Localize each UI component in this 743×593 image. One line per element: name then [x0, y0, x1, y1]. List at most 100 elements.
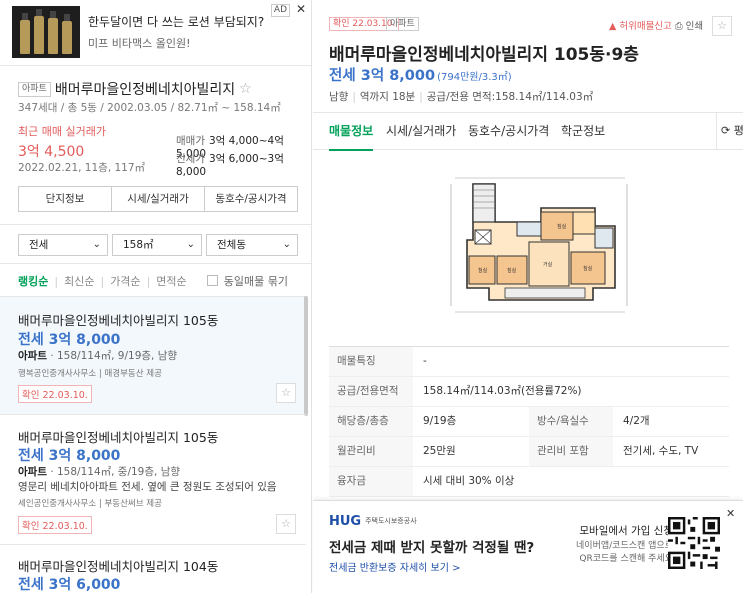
tab-school-info[interactable]: 학군정보 — [561, 113, 605, 149]
listing-info: 아파트 · 158/114㎡, 중/19층, 남향 — [18, 464, 180, 479]
pyeong-toggle[interactable]: ⟳ 평 — [716, 113, 743, 149]
qr-code-icon — [668, 517, 720, 569]
banner-close-icon[interactable]: ✕ — [726, 507, 735, 520]
ad-banner[interactable]: 한두달이면 다 쓰는 로션 부담되지? 미프 비타맥스 올인원! AD ✕ — [0, 0, 311, 66]
row-value: 시세 대비 30% 이상 — [423, 475, 515, 487]
detail-price-per-pyeong: (794만원/3.3㎡) — [437, 72, 512, 83]
row-label: 방수/욕실수 — [529, 407, 613, 436]
row-value: - — [423, 355, 427, 367]
chevron-down-icon: ⌄ — [92, 239, 101, 250]
dong-select[interactable]: 전체동 ⌄ — [206, 234, 298, 256]
chevron-down-icon: ⌄ — [186, 239, 195, 250]
complex-info-button[interactable]: 단지정보 — [19, 187, 112, 211]
mobile-apply-sub-line1: 네이버앱/코드스캔 앱으로 — [576, 541, 673, 551]
detail-favorite-star-icon[interactable]: ☆ — [712, 16, 732, 36]
listing-favorite-star-icon[interactable]: ☆ — [276, 383, 296, 403]
listing-agent[interactable]: 행복공인중개사사무소 | 매경부동산 제공 — [18, 367, 162, 379]
ad-subtitle[interactable]: 미프 비타맥스 올인원! — [88, 35, 190, 51]
group-same-listings[interactable]: 동일매물 묶기 — [206, 273, 294, 289]
svg-text:침실: 침실 — [583, 265, 593, 272]
banner-link[interactable]: 전세금 반환보증 자세히 보기 > — [329, 559, 461, 574]
row-value: 전기세, 수도, TV — [623, 445, 699, 457]
group-checkbox[interactable] — [206, 275, 218, 286]
listing-price: 전세 3억 6,000 — [18, 577, 121, 593]
banner-title: 전세금 제때 받지 못할까 걱정될 땐? — [329, 540, 535, 556]
detail-price-line: 전세 3억 8,000 (794만원/3.3㎡) — [329, 64, 512, 85]
list-item[interactable]: 배머루마을인정베네치아빌리지 105동 전세 3억 8,000 아파트 · 15… — [0, 296, 306, 414]
row-label: 융자금 — [329, 467, 413, 496]
row-label: 관리비 포함 — [529, 437, 613, 466]
trade-type-value: 전세 — [29, 239, 49, 251]
detail-station-distance: 역까지 18분 — [359, 91, 416, 103]
row-label: 해당층/총층 — [329, 407, 413, 436]
detail-type-tag: 아파트 — [386, 17, 419, 31]
row-label: 월관리비 — [329, 437, 413, 466]
jeonse-price-range: 전세가 3억 6,000~3억 8,000 — [176, 151, 311, 178]
detail-tabs: 매물정보 시세/실거래가 동호수/공시가격 학군정보 ⟳ 평 — [313, 112, 743, 151]
hug-logo-text: HUG — [329, 514, 362, 529]
complex-type-tag: 아파트 — [18, 81, 51, 97]
svg-text:침실: 침실 — [557, 223, 567, 230]
price-history-button[interactable]: 시세/실거래가 — [112, 187, 205, 211]
row-label: 매물특징 — [329, 347, 413, 376]
sort-ranking[interactable]: 랭킹순 — [18, 275, 48, 288]
svg-text:침실: 침실 — [478, 267, 488, 274]
area-value: 158㎡ — [123, 239, 154, 251]
list-item[interactable]: 배머루마을인정베네치아빌리지 105동 전세 3억 8,000 아파트 · 15… — [0, 414, 306, 544]
table-row: 공급/전용면적 158.14㎡/114.03㎡(전용률72%) — [329, 377, 729, 407]
tab-listing-info[interactable]: 매물정보 — [329, 113, 374, 151]
print-button[interactable]: ⎙ 인쇄 — [675, 18, 703, 32]
row-label: 공급/전용면적 — [329, 377, 413, 406]
group-label: 동일매물 묶기 — [223, 275, 288, 288]
unit-price-button[interactable]: 동호수/공시가격 — [205, 187, 297, 211]
detail-title: 배머루마을인정베네치아빌리지 105동·9층 — [329, 45, 639, 65]
recent-trade-date: 2022.02.21, 11층, 117㎡ — [18, 162, 146, 174]
tab-price-history[interactable]: 시세/실거래가 — [386, 113, 456, 149]
sale-price-label: 매매가 — [176, 135, 205, 147]
siren-icon: ▲ — [609, 21, 617, 32]
floor-plan[interactable]: 침실 침실 침실 거실 침실 — [329, 160, 729, 332]
report-fake-button[interactable]: ▲ 허위매물신고 — [609, 18, 672, 32]
favorite-star-icon[interactable]: ☆ — [239, 81, 252, 97]
listing-info-table: 매물특징 - 공급/전용면적 158.14㎡/114.03㎡(전용률72%) 해… — [329, 346, 729, 497]
listing-type: 아파트 — [18, 350, 47, 362]
mobile-apply-sub: 네이버앱/코드스캔 앱으로 QR코드를 스캔해 주세요 — [545, 540, 673, 566]
area-select[interactable]: 158㎡ ⌄ — [112, 234, 202, 256]
listing-agent[interactable]: 세인공인중개사사무소 | 부동산써브 제공 — [18, 497, 162, 509]
ad-badge: AD — [270, 4, 290, 17]
report-label: 허위매물신고 — [619, 21, 672, 32]
listing-confirm-badge: 확인 22.03.10. — [18, 385, 92, 403]
hug-logo: HUG 주택도시보증공사 — [329, 514, 417, 529]
hug-banner[interactable]: HUG 주택도시보증공사 전세금 제때 받지 못할까 걱정될 땐? 전세금 반환보… — [313, 500, 743, 593]
listing-title[interactable]: 배머루마을인정베네치아빌리지 105동 — [18, 427, 218, 446]
chevron-down-icon: ⌄ — [282, 239, 291, 250]
print-icon: ⎙ — [675, 21, 683, 32]
refresh-icon: ⟳ — [721, 124, 731, 137]
list-item[interactable]: 배머루마을인정베네치아빌리지 104동 전세 3억 6,000 — [0, 544, 306, 593]
sort-area[interactable]: 면적순 — [156, 275, 186, 288]
complex-meta: 347세대 / 총 5동 / 2002.03.05 / 82.71㎡ ~ 158… — [18, 102, 281, 114]
left-scrollbar[interactable] — [304, 296, 308, 416]
floor-plan-image: 침실 침실 침실 거실 침실 — [445, 170, 633, 320]
complex-name: 배머루마을인정베네치아빌리지 — [54, 82, 236, 98]
ad-close-icon[interactable]: ✕ — [296, 2, 306, 16]
listing-type: 아파트 — [18, 466, 47, 478]
listing-title[interactable]: 배머루마을인정베네치아빌리지 105동 — [18, 310, 218, 329]
listing-title[interactable]: 배머루마을인정베네치아빌리지 104동 — [18, 556, 218, 575]
tab-unit-price[interactable]: 동호수/공시가격 — [468, 113, 549, 149]
row-value: 9/19층 — [423, 415, 457, 427]
row-value: 158.14㎡/114.03㎡(전용률72%) — [423, 385, 582, 397]
listing-description: 영문리 베네치아아파트 전세. 옆에 큰 정원도 조성되어 있음 — [18, 481, 277, 493]
ad-title[interactable]: 한두달이면 다 쓰는 로션 부담되지? — [88, 13, 264, 30]
mobile-apply-title: 모바일에서 가입 신청 — [579, 525, 673, 537]
svg-text:침실: 침실 — [507, 267, 517, 274]
trade-type-select[interactable]: 전세 ⌄ — [18, 234, 108, 256]
sort-price[interactable]: 가격순 — [110, 275, 140, 288]
detail-direction: 남향 — [329, 91, 349, 103]
listing-favorite-star-icon[interactable]: ☆ — [276, 514, 296, 534]
svg-text:거실: 거실 — [543, 261, 553, 268]
hug-logo-sub: 주택도시보증공사 — [365, 517, 417, 525]
listing-panel: 한두달이면 다 쓰는 로션 부담되지? 미프 비타맥스 올인원! AD ✕ 아파… — [0, 0, 312, 593]
row-value: 4/2개 — [623, 415, 650, 427]
sort-latest[interactable]: 최신순 — [64, 275, 94, 288]
